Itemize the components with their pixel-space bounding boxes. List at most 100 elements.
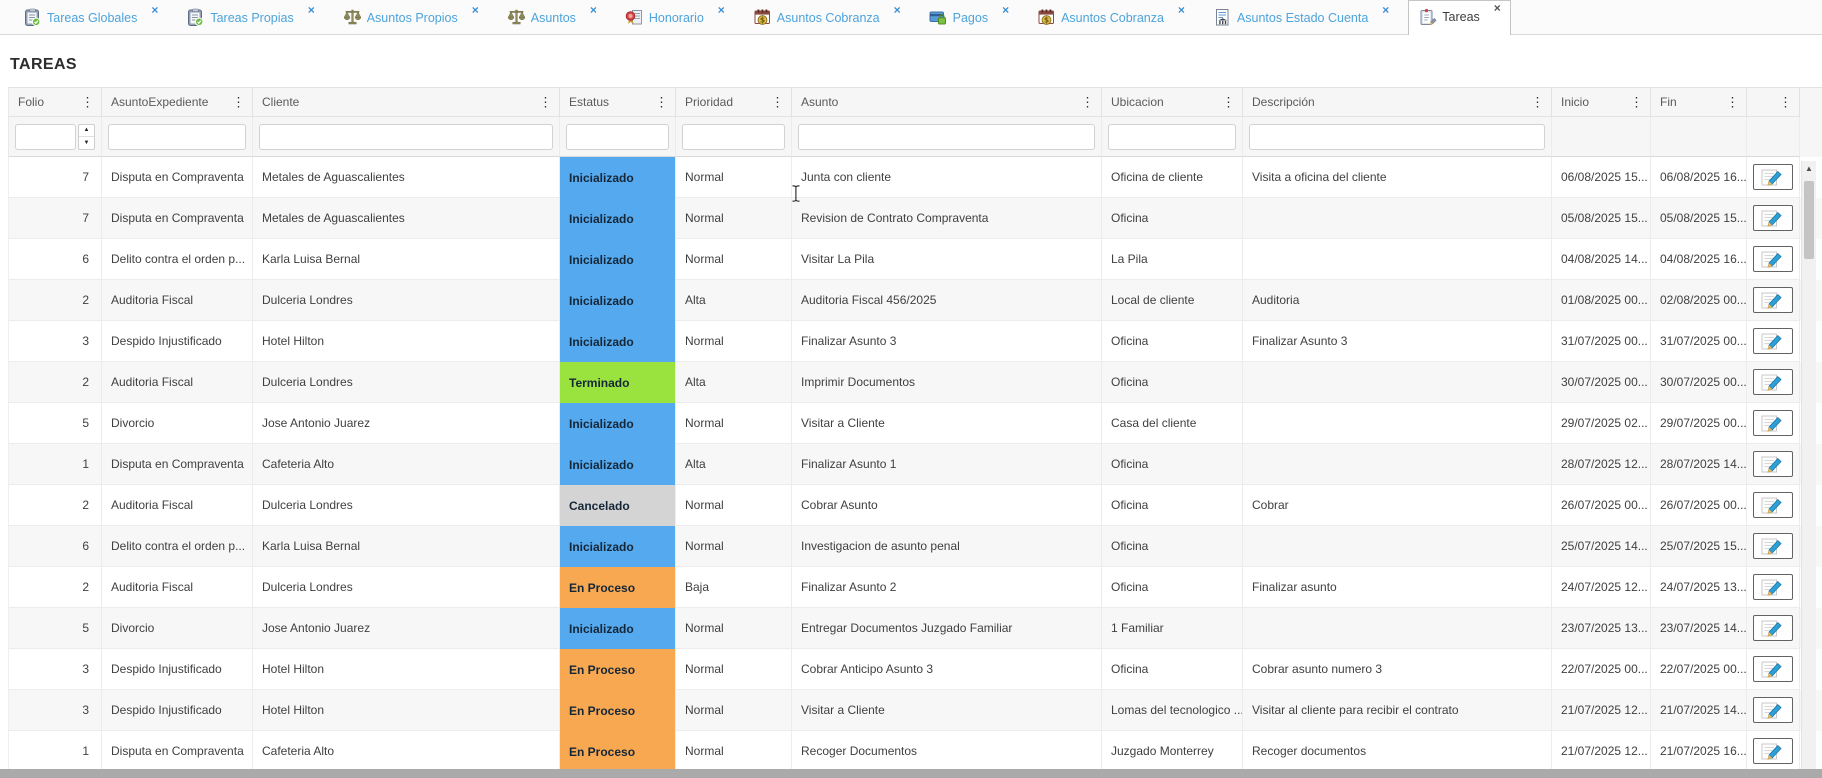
column-header-Cliente[interactable]: Cliente ⋮ [253,88,560,117]
tab-tareas-globales[interactable]: Tareas Globales × [14,3,167,34]
cell-asunto: Recoger Documentos [792,731,1102,772]
table-row[interactable]: 2 Auditoria Fiscal Dulceria Londres En Proc… [8,567,1822,608]
edit-row-button[interactable] [1753,574,1793,600]
edit-row-button[interactable] [1753,492,1793,518]
column-menu-icon[interactable]: ⋮ [1779,96,1792,109]
close-icon[interactable]: × [308,4,315,16]
column-menu-icon[interactable]: ⋮ [81,96,94,109]
column-header-Prioridad[interactable]: Prioridad ⋮ [676,88,792,117]
tab-asuntos-cobranza[interactable]: $ Asuntos Cobranza × [1028,3,1194,34]
status-badge: Inicializado [560,239,675,280]
tab-honorario[interactable]: Honorario × [616,3,734,34]
cell-prioridad: Normal [676,526,792,567]
table-row[interactable]: 5 Divorcio Jose Antonio Juarez Inicializado… [8,608,1822,649]
edit-row-button[interactable] [1753,246,1793,272]
tab-asuntos-cobranza[interactable]: $ Asuntos Cobranza × [744,3,910,34]
close-icon[interactable]: × [1002,4,1009,16]
column-header-Descripción[interactable]: Descripción ⋮ [1243,88,1552,117]
tab-pagos[interactable]: Pagos × [920,3,1018,34]
close-icon[interactable]: × [894,4,901,16]
column-header-Folio[interactable]: Folio ⋮ [9,88,102,117]
cliente-filter-input[interactable] [259,123,553,150]
tab-asuntos-estado-cuenta[interactable]: Asuntos Estado Cuenta × [1204,3,1398,34]
close-icon[interactable]: × [1382,4,1389,16]
horizontal-scrollbar[interactable] [0,769,1822,778]
edit-row-button[interactable] [1753,205,1793,231]
estatus-filter-input[interactable] [566,123,669,150]
asunto-filter-input[interactable] [798,123,1095,150]
edit-row-button[interactable] [1753,697,1793,723]
edit-row-button[interactable] [1753,328,1793,354]
table-row[interactable]: 6 Delito contra el orden p... Karla Luisa … [8,526,1822,567]
column-header-Fin[interactable]: Fin ⋮ [1651,88,1747,117]
cell-expediente: Despido Injustificado [102,321,253,362]
close-icon[interactable]: × [472,4,479,16]
table-row[interactable]: 7 Disputa en Compraventa Metales de Aguasc… [8,198,1822,239]
table-row[interactable]: 3 Despido Injustificado Hotel Hilton Inicia… [8,321,1822,362]
close-icon[interactable]: × [1494,2,1501,14]
table-row[interactable]: 2 Auditoria Fiscal Dulceria Londres Cancela… [8,485,1822,526]
ubicacion-filter-input[interactable] [1108,123,1236,150]
column-menu-icon[interactable]: ⋮ [655,96,668,109]
table-row[interactable]: 7 Disputa en Compraventa Metales de Aguasc… [8,157,1822,198]
edit-row-button[interactable] [1753,369,1793,395]
table-row[interactable]: 3 Despido Injustificado Hotel Hilton En Pro… [8,690,1822,731]
descripción-filter-input[interactable] [1249,123,1545,150]
column-header-Ubicacion[interactable]: Ubicacion ⋮ [1102,88,1243,117]
table-row[interactable]: 2 Auditoria Fiscal Dulceria Londres Termina… [8,362,1822,403]
column-menu-icon[interactable]: ⋮ [232,96,245,109]
column-header-label: Descripción [1252,95,1315,109]
tab-asuntos-propios[interactable]: Asuntos Propios × [334,3,488,34]
column-header-Inicio[interactable]: Inicio ⋮ [1552,88,1651,117]
table-row[interactable]: 1 Disputa en Compraventa Cafeteria Alto Ini… [8,444,1822,485]
column-header-Asunto[interactable]: Asunto ⋮ [792,88,1102,117]
asuntoexpediente-filter-input[interactable] [108,123,246,150]
edit-row-button[interactable] [1753,164,1793,190]
prioridad-filter-input[interactable] [682,123,785,150]
edit-row-button[interactable] [1753,410,1793,436]
column-header-actions[interactable]: ⋮ [1747,88,1800,117]
table-row[interactable]: 2 Auditoria Fiscal Dulceria Londres Inicial… [8,280,1822,321]
cell-actions [1747,239,1800,280]
cell-prioridad: Alta [676,444,792,485]
edit-row-button[interactable] [1753,451,1793,477]
cell-descripcion [1243,198,1552,239]
edit-row-button[interactable] [1753,287,1793,313]
close-icon[interactable]: × [1178,4,1185,16]
close-icon[interactable]: × [718,4,725,16]
edit-row-button[interactable] [1753,656,1793,682]
column-menu-icon[interactable]: ⋮ [539,96,552,109]
close-icon[interactable]: × [590,4,597,16]
folio-filter-input[interactable] [15,123,76,150]
tab-asuntos[interactable]: Asuntos × [498,3,606,34]
edit-row-button[interactable] [1753,533,1793,559]
table-row[interactable]: 5 Divorcio Jose Antonio Juarez Inicializado… [8,403,1822,444]
table-row[interactable]: 1 Disputa en Compraventa Cafeteria Alto En … [8,731,1822,772]
edit-row-button[interactable] [1753,738,1793,764]
column-header-Estatus[interactable]: Estatus ⋮ [560,88,676,117]
column-menu-icon[interactable]: ⋮ [1630,96,1643,109]
close-icon[interactable]: × [151,4,158,16]
tab-tareas-propias[interactable]: Tareas Propias × [177,3,323,34]
edit-row-button[interactable] [1753,615,1793,641]
column-header-label: Asunto [801,95,839,109]
tab-tareas[interactable]: Tareas × [1408,0,1511,35]
column-menu-icon[interactable]: ⋮ [771,96,784,109]
cell-ubicacion: La Pila [1102,239,1243,280]
table-row[interactable]: 3 Despido Injustificado Hotel Hilton En Pro… [8,649,1822,690]
column-menu-icon[interactable]: ⋮ [1081,96,1094,109]
table-row[interactable]: 6 Delito contra el orden p... Karla Luisa … [8,239,1822,280]
spinner-down-icon[interactable]: ▼ [79,137,94,149]
column-menu-icon[interactable]: ⋮ [1531,96,1544,109]
vertical-scrollbar[interactable]: ▲ [1801,161,1816,769]
column-menu-icon[interactable]: ⋮ [1726,96,1739,109]
scroll-up-icon[interactable]: ▲ [1802,164,1816,173]
scrollbar-thumb[interactable] [1804,181,1814,259]
column-header-AsuntoExpediente[interactable]: AsuntoExpediente ⋮ [102,88,253,117]
folio-filter-spinner[interactable]: ▲ ▼ [78,123,95,150]
cell-inicio: 21/07/2025 12... [1552,690,1651,731]
spinner-up-icon[interactable]: ▲ [79,125,94,137]
cell-prioridad: Normal [676,608,792,649]
column-menu-icon[interactable]: ⋮ [1222,96,1235,109]
cell-asunto: Revision de Contrato Compraventa [792,198,1102,239]
